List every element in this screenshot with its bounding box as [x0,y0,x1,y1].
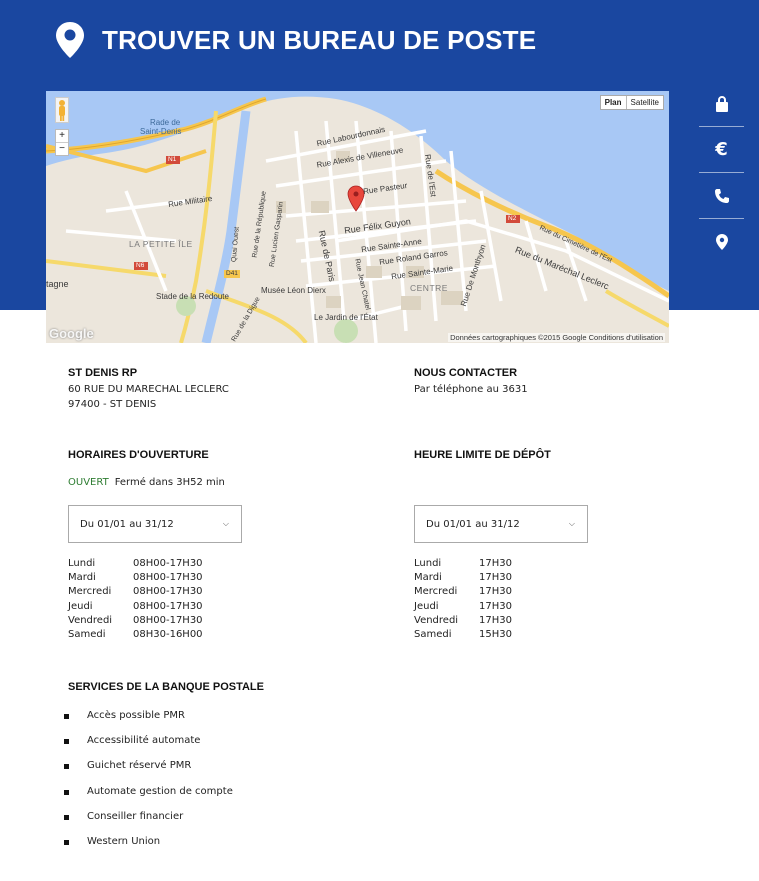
status-badge: OUVERT [68,477,109,488]
side-toolbar: € [699,81,744,264]
chevron-down-icon: ⌵ [222,519,229,528]
day-label: Lundi [68,558,96,569]
services-list: Accès possible PMR Accessibilité automat… [64,710,233,861]
list-item: Guichet réservé PMR [64,760,233,785]
chevron-down-icon: ⌵ [568,519,575,528]
select-value: Du 01/01 au 31/12 [426,518,520,530]
map-label: Stade de la Redoute [156,292,229,301]
map-label: LA PETITE ÎLE [129,239,193,249]
page-header: TROUVER UN BUREAU DE POSTE [56,20,536,60]
hours-value: 17H30 [479,558,512,569]
hours-value: 08H00-17H30 [133,572,203,584]
hours-value: 17H30 [479,600,512,612]
list-item: Western Union [64,836,233,861]
list-item: Conseiller financier [64,811,233,836]
opening-status: OUVERT Fermé dans 3H52 min [68,477,225,488]
table-row: Samedi 08H30-16H00 [68,628,203,642]
phone-icon[interactable] [699,173,744,218]
table-row: Mardi 08H00-17H30 [68,571,203,585]
opening-period-select[interactable]: Du 01/01 au 31/12 ⌵ [68,505,242,543]
day-label: Samedi [68,629,106,641]
table-row: Mardi 17H30 [414,571,512,585]
table-row: Mercredi 08H00-17H30 [68,585,203,599]
deposit-period-select[interactable]: Du 01/01 au 31/12 ⌵ [414,505,588,543]
google-logo: Google [49,326,94,341]
opening-hours-table: Lundi 08H00-17H30 Mardi 08H00-17H30 Mercre… [68,557,203,642]
location-pin-icon [56,22,84,58]
select-value: Du 01/01 au 31/12 [80,518,174,530]
deposit-limit-table: Lundi 17H30 Mardi 17H30 Mercredi 17H30 Jeud… [414,557,512,642]
table-row: Samedi 15H30 [414,628,512,642]
map-label: Musée Léon Dierx [261,286,326,295]
day-label: Mardi [414,572,442,584]
day-label: Mercredi [414,586,458,598]
list-item: Automate gestion de compte [64,786,233,811]
road-shield: D41 [226,270,238,277]
table-row: Vendredi 17H30 [414,614,512,628]
map-label: Rade de [150,118,181,127]
map-label: Saint-Denis [140,127,182,136]
office-name: ST DENIS RP [68,367,138,379]
table-row: Mercredi 17H30 [414,585,512,599]
services-title: SERVICES DE LA BANQUE POSTALE [68,681,264,693]
zoom-in-button[interactable]: + [56,130,68,143]
map-type-satellite-button[interactable]: Satellite [627,96,663,109]
table-row: Lundi 17H30 [414,557,512,571]
hours-value: 17H30 [479,572,512,584]
day-label: Mardi [68,572,96,584]
table-row: Vendredi 08H00-17H30 [68,614,203,628]
map-label: CENTRE [410,283,448,293]
road-shield: N6 [136,262,145,269]
page-title: TROUVER UN BUREAU DE POSTE [102,24,537,55]
contact-text: Par téléphone au 3631 [414,384,528,395]
table-row: Jeudi 17H30 [414,600,512,614]
day-label: Lundi [414,558,442,569]
location-pin-icon[interactable] [699,219,744,264]
contact-title: NOUS CONTACTER [414,367,518,379]
map-type-control: Plan Satellite [599,95,664,110]
hours-value: 08H30-16H00 [133,629,203,641]
deposit-limit-title: HEURE LIMITE DE DÉPÔT [414,449,551,461]
hours-value: 17H30 [479,586,512,598]
day-label: Jeudi [68,600,93,612]
map-label: Le Jardin de l'État [314,313,378,322]
map-attribution[interactable]: Données cartographiques ©2015 Google Con… [448,333,665,342]
list-item: Accès possible PMR [64,710,233,735]
table-row: Jeudi 08H00-17H30 [68,600,203,614]
office-address-line2: 97400 - ST DENIS [68,399,157,410]
hours-value: 17H30 [479,614,512,626]
lock-icon[interactable] [699,81,744,126]
street-view-pegman-icon[interactable] [55,97,69,123]
day-label: Vendredi [68,614,113,626]
hours-value: 08H00-17H30 [133,600,203,612]
day-label: Samedi [414,629,452,641]
map[interactable]: Rade de Saint-Denis Rue Labourdonnais Ru… [46,91,669,343]
euro-icon[interactable]: € [699,127,744,172]
day-label: Mercredi [68,586,112,598]
map-type-plan-button[interactable]: Plan [601,96,627,109]
zoom-control: + − [55,129,69,156]
road-shield: N1 [168,156,177,163]
office-address-line1: 60 RUE DU MARECHAL LECLERC [68,384,229,395]
hours-value: 15H30 [479,629,512,641]
road-shield: N2 [508,215,517,222]
hours-value: 08H00-17H30 [133,558,203,569]
table-row: Lundi 08H00-17H30 [68,557,203,571]
hours-value: 08H00-17H30 [133,586,203,598]
day-label: Vendredi [414,614,459,626]
opening-hours-title: HORAIRES D'OUVERTURE [68,449,209,461]
day-label: Jeudi [414,600,439,612]
map-label: tagne [46,279,69,289]
zoom-out-button[interactable]: − [56,143,68,155]
status-detail: Fermé dans 3H52 min [114,477,225,488]
list-item: Accessibilité automate [64,735,233,760]
hours-value: 08H00-17H30 [133,614,203,626]
